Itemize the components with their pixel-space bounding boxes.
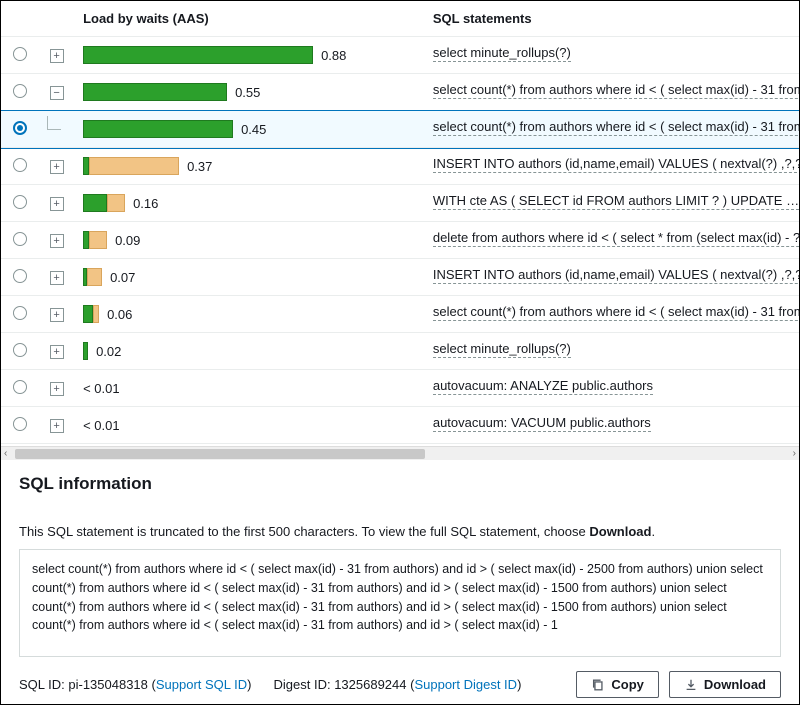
sql-statement-link[interactable]: INSERT INTO authors (id,name,email) VALU… xyxy=(433,156,799,173)
collapse-icon[interactable] xyxy=(50,86,64,100)
row-radio[interactable] xyxy=(13,380,27,394)
load-bar xyxy=(83,268,102,286)
table-row[interactable]: 0.88 select minute_rollups(?) xyxy=(1,37,799,74)
row-radio[interactable] xyxy=(13,195,27,209)
load-bar xyxy=(83,342,88,360)
load-value: 0.02 xyxy=(96,344,121,359)
load-value: 0.09 xyxy=(115,233,140,248)
row-radio[interactable] xyxy=(13,47,27,61)
expand-icon[interactable] xyxy=(50,197,64,211)
load-bar xyxy=(83,231,107,249)
expand-icon[interactable] xyxy=(50,419,64,433)
sql-statement-link[interactable]: select minute_rollups(?) xyxy=(433,45,571,62)
download-icon xyxy=(684,678,698,692)
sql-id: SQL ID: pi-135048318 (Support SQL ID) xyxy=(19,677,252,692)
sql-statement-link[interactable]: select count(*) from authors where id < … xyxy=(433,304,799,321)
load-bar xyxy=(83,46,313,64)
load-value: 0.07 xyxy=(110,270,135,285)
scroll-thumb[interactable] xyxy=(15,449,425,459)
sql-statement-link[interactable]: select count(*) from authors where id < … xyxy=(433,82,799,99)
sql-statement-link[interactable]: delete from authors where id < ( select … xyxy=(433,230,799,247)
row-radio[interactable] xyxy=(13,417,27,431)
load-bar xyxy=(83,157,179,175)
col-header-expand xyxy=(38,1,75,37)
load-bar xyxy=(83,305,99,323)
info-footer: SQL ID: pi-135048318 (Support SQL ID) Di… xyxy=(19,671,781,698)
row-radio[interactable] xyxy=(13,84,27,98)
load-value: 0.37 xyxy=(187,159,212,174)
load-bar xyxy=(83,83,227,101)
sql-statement-link[interactable]: autovacuum: ANALYZE public.authors xyxy=(433,378,653,395)
expand-icon[interactable] xyxy=(50,160,64,174)
load-value: 0.55 xyxy=(235,85,260,100)
digest-id: Digest ID: 1325689244 (Support Digest ID… xyxy=(274,677,522,692)
table-row[interactable]: 0.45 select count(*) from authors where i… xyxy=(1,111,799,148)
sql-load-table-wrap[interactable]: Load by waits (AAS) SQL statements 0.88 s… xyxy=(1,1,799,446)
table-row[interactable]: 0.55 select count(*) from authors where i… xyxy=(1,74,799,111)
row-radio[interactable] xyxy=(13,343,27,357)
row-radio[interactable] xyxy=(13,121,27,135)
table-row[interactable]: 0.16 WITH cte AS ( SELECT id FROM authors… xyxy=(1,185,799,222)
table-row[interactable]: 0.09 delete from authors where id < ( sel… xyxy=(1,222,799,259)
expand-icon[interactable] xyxy=(50,271,64,285)
row-radio[interactable] xyxy=(13,306,27,320)
support-sql-id-link[interactable]: Support SQL ID xyxy=(156,677,247,692)
sql-information-title: SQL information xyxy=(19,474,781,494)
col-header-select xyxy=(1,1,38,37)
load-value: < 0.01 xyxy=(83,381,120,396)
load-value: 0.45 xyxy=(241,122,266,137)
load-bar xyxy=(83,194,125,212)
sql-statement-link[interactable]: INSERT INTO authors (id,name,email) VALU… xyxy=(433,267,799,284)
sql-statement-link[interactable]: select count(*) from authors where id < … xyxy=(433,119,799,136)
col-header-load[interactable]: Load by waits (AAS) xyxy=(75,1,425,37)
sql-text-box[interactable]: select count(*) from authors where id < … xyxy=(19,549,781,657)
truncation-note: This SQL statement is truncated to the f… xyxy=(19,524,781,539)
load-bar xyxy=(83,120,233,138)
sql-statement-link[interactable]: WITH cte AS ( SELECT id FROM authors LIM… xyxy=(433,193,799,210)
expand-icon[interactable] xyxy=(50,234,64,248)
table-row[interactable]: < 0.01 autovacuum: VACUUM public.authors xyxy=(1,407,799,444)
col-header-sql[interactable]: SQL statements xyxy=(425,1,799,37)
load-value: < 0.01 xyxy=(83,418,120,433)
load-value: 0.88 xyxy=(321,48,346,63)
expand-icon[interactable] xyxy=(50,382,64,396)
table-row[interactable]: 0.37 INSERT INTO authors (id,name,email) … xyxy=(1,148,799,185)
copy-button[interactable]: Copy xyxy=(576,671,659,698)
sql-statement-link[interactable]: autovacuum: VACUUM public.authors xyxy=(433,415,651,432)
child-connector-icon xyxy=(47,116,61,130)
expand-icon[interactable] xyxy=(50,308,64,322)
sql-information-panel: SQL information This SQL statement is tr… xyxy=(1,460,799,716)
table-row[interactable]: 0.02 select minute_rollups(?) xyxy=(1,333,799,370)
download-button[interactable]: Download xyxy=(669,671,781,698)
load-value: 0.16 xyxy=(133,196,158,211)
copy-icon xyxy=(591,678,605,692)
row-radio[interactable] xyxy=(13,158,27,172)
expand-icon[interactable] xyxy=(50,345,64,359)
horizontal-scrollbar[interactable] xyxy=(1,446,799,460)
sql-load-table: Load by waits (AAS) SQL statements 0.88 s… xyxy=(1,1,799,444)
support-digest-id-link[interactable]: Support Digest ID xyxy=(414,677,517,692)
table-row[interactable]: < 0.01 autovacuum: ANALYZE public.authors xyxy=(1,370,799,407)
row-radio[interactable] xyxy=(13,269,27,283)
table-row[interactable]: 0.06 select count(*) from authors where i… xyxy=(1,296,799,333)
load-value: 0.06 xyxy=(107,307,132,322)
expand-icon[interactable] xyxy=(50,49,64,63)
table-row[interactable]: 0.07 INSERT INTO authors (id,name,email) … xyxy=(1,259,799,296)
row-radio[interactable] xyxy=(13,232,27,246)
sql-statement-link[interactable]: select minute_rollups(?) xyxy=(433,341,571,358)
